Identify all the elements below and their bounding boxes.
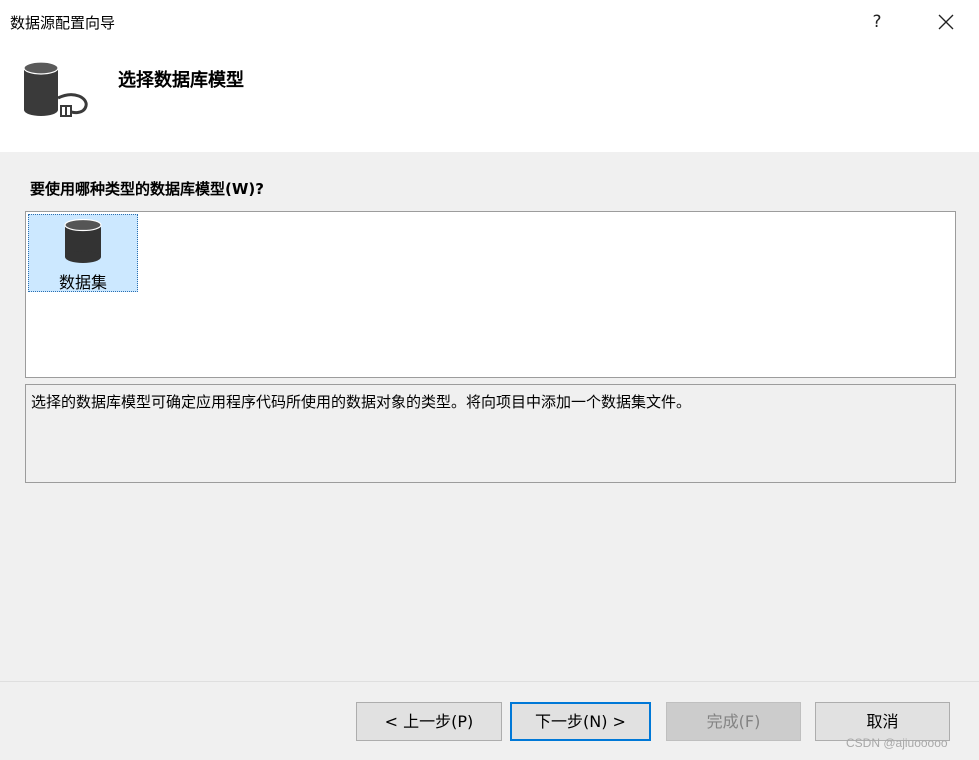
- previous-button[interactable]: < 上一步(P): [356, 702, 502, 741]
- database-model-list[interactable]: 数据集: [25, 211, 956, 378]
- window-title: 数据源配置向导: [10, 14, 116, 32]
- model-description: 选择的数据库模型可确定应用程序代码所使用的数据对象的类型。将向项目中添加一个数据…: [31, 393, 692, 411]
- model-item-dataset[interactable]: 数据集: [28, 214, 138, 292]
- finish-button[interactable]: 完成(F): [666, 702, 801, 741]
- title-bar: 数据源配置向导 ?: [0, 0, 979, 44]
- watermark: CSDN @ajiuooooo: [846, 736, 948, 750]
- close-button[interactable]: [928, 6, 964, 38]
- next-button[interactable]: 下一步(N) >: [510, 702, 651, 741]
- close-icon: [938, 14, 954, 30]
- wizard-header: 选择数据库模型: [0, 44, 979, 152]
- model-description-box: 选择的数据库模型可确定应用程序代码所使用的数据对象的类型。将向项目中添加一个数据…: [25, 384, 956, 483]
- model-type-question: 要使用哪种类型的数据库模型(W)?: [30, 180, 264, 198]
- help-button[interactable]: ?: [860, 6, 894, 38]
- page-heading: 选择数据库模型: [118, 70, 244, 91]
- database-connection-icon: [23, 62, 88, 117]
- data-source-config-wizard: 数据源配置向导 ? 选择数据库模型 要使用哪种类型的数据库模型(W)? 数据集 …: [0, 0, 979, 760]
- database-icon: [64, 219, 102, 263]
- model-item-label: 数据集: [58, 273, 107, 292]
- footer-divider: [0, 681, 979, 682]
